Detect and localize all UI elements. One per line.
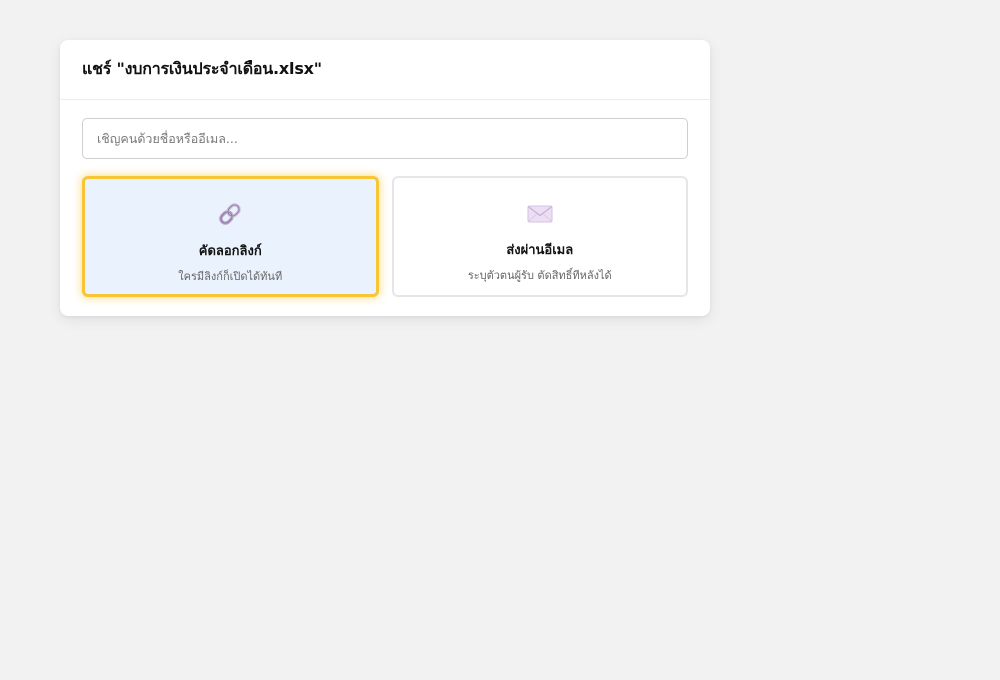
share-dialog: แชร์ "งบการเงินประจำเดือน.xlsx" คัดลอกลิ… [60, 40, 710, 316]
copy-link-title: คัดลอกลิงก์ [198, 244, 262, 259]
copy-link-description: ใครมีลิงก์ก็เปิดได้ทันที [178, 270, 283, 283]
link-icon [216, 200, 244, 228]
envelope-icon [526, 200, 554, 228]
email-title: ส่งผ่านอีเมล [506, 243, 574, 258]
share-options: คัดลอกลิงก์ ใครมีลิงก์ก็เปิดได้ทันที ส่ง… [82, 176, 688, 297]
dialog-header: แชร์ "งบการเงินประจำเดือน.xlsx" [60, 40, 710, 100]
dialog-title: แชร์ "งบการเงินประจำเดือน.xlsx" [82, 59, 322, 78]
email-option[interactable]: ส่งผ่านอีเมล ระบุตัวตนผู้รับ ตัดสิทธิ์ที… [391, 176, 688, 297]
dialog-body: คัดลอกลิงก์ ใครมีลิงก์ก็เปิดได้ทันที ส่ง… [60, 100, 710, 297]
copy-link-option[interactable]: คัดลอกลิงก์ ใครมีลิงก์ก็เปิดได้ทันที [82, 176, 379, 297]
invite-input[interactable] [82, 118, 688, 159]
email-description: ระบุตัวตนผู้รับ ตัดสิทธิ์ทีหลังได้ [467, 269, 612, 282]
